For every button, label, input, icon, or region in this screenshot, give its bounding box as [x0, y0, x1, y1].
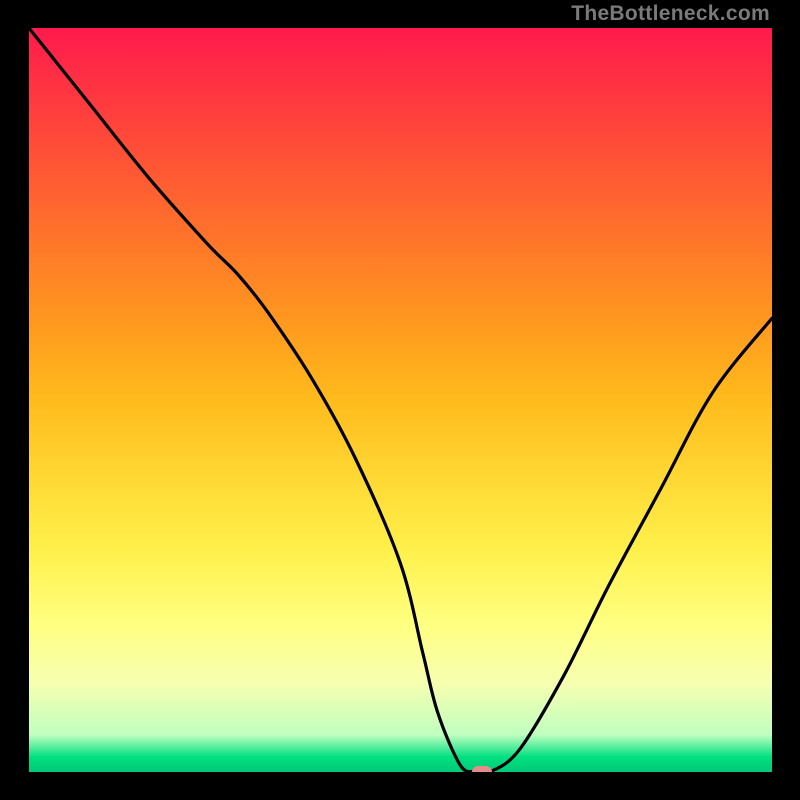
bottleneck-curve-path: [29, 28, 772, 772]
optimal-point-marker: [472, 766, 492, 772]
plot-area: [29, 28, 772, 772]
curve-svg: [29, 28, 772, 772]
chart-frame: TheBottleneck.com: [0, 0, 800, 800]
watermark-text: TheBottleneck.com: [571, 2, 770, 26]
